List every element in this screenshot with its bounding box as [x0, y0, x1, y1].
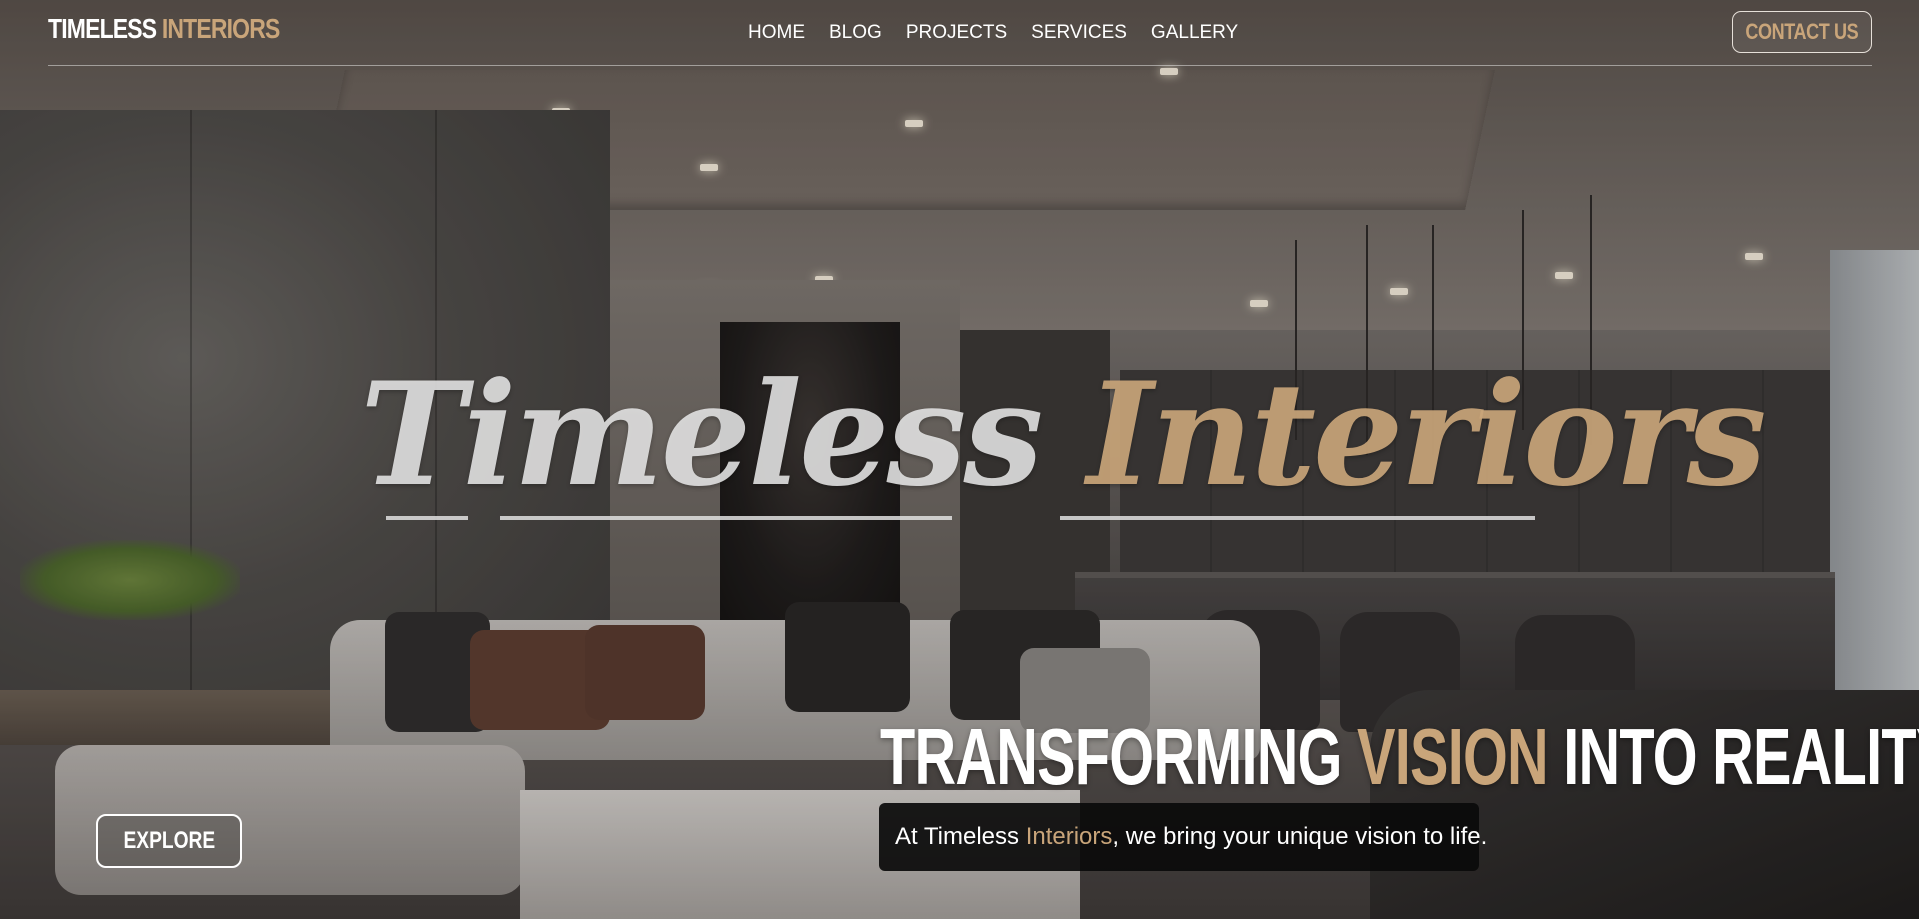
hero-tagline: TRANSFORMING VISION INTO REALITY	[880, 712, 1919, 802]
subtitle-accent: Interiors	[1025, 823, 1113, 850]
nav-link-services[interactable]: SERVICES	[1031, 22, 1127, 44]
brand-logo[interactable]: TIMELESS INTERIORS	[48, 13, 280, 45]
script-title-word-2: Interiors	[1086, 352, 1767, 518]
title-underline	[1060, 516, 1535, 520]
hero-subtitle: At Timeless Interiors, we bring your uni…	[879, 803, 1487, 871]
contact-us-button[interactable]: CONTACT US	[1732, 11, 1872, 53]
nav-link-blog[interactable]: BLOG	[829, 22, 882, 44]
brand-name-primary: TIMELESS	[48, 13, 157, 44]
main-nav: HOME BLOG PROJECTS SERVICES GALLERY	[748, 22, 1238, 44]
subtitle-part-2: , we bring your unique vision to life.	[1112, 823, 1488, 850]
hero-script-title: Timeless Interiors	[360, 340, 1767, 530]
explore-button[interactable]: EXPLORE	[96, 814, 242, 868]
top-navbar: TIMELESS INTERIORS HOME BLOG PROJECTS SE…	[48, 0, 1872, 66]
subtitle-part-1: At Timeless	[895, 823, 1020, 850]
title-underline	[500, 516, 952, 520]
tagline-part-2: INTO REALITY	[1563, 712, 1919, 801]
nav-link-gallery[interactable]: GALLERY	[1151, 22, 1238, 44]
script-title-word-1: Timeless	[360, 352, 1043, 518]
brand-name-accent: INTERIORS	[161, 13, 280, 44]
contact-us-label: CONTACT US	[1745, 19, 1859, 44]
tagline-part-1: TRANSFORMING	[880, 712, 1342, 801]
explore-label: EXPLORE	[123, 827, 215, 854]
nav-link-home[interactable]: HOME	[748, 22, 805, 44]
title-underline	[386, 516, 468, 520]
nav-link-projects[interactable]: PROJECTS	[906, 22, 1007, 44]
tagline-accent: VISION	[1357, 712, 1549, 801]
